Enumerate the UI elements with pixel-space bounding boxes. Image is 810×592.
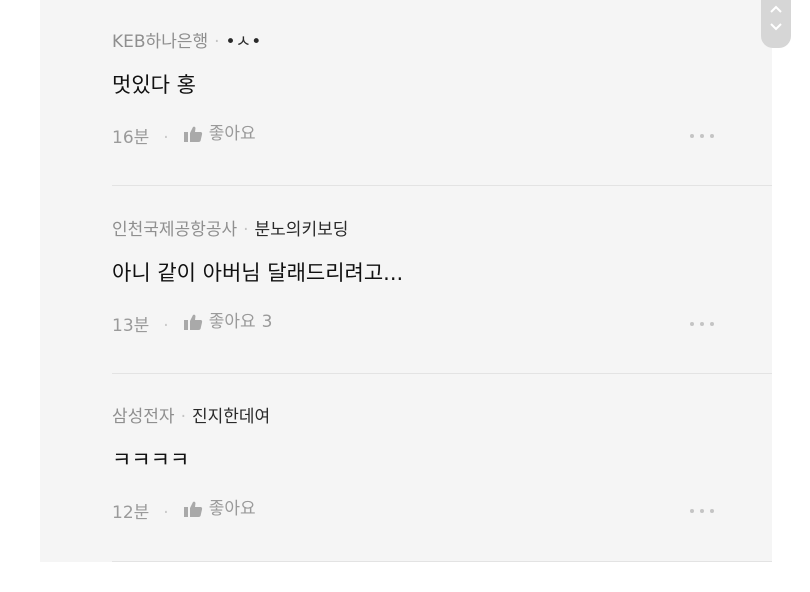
comment-company: KEB하나은행 (112, 32, 209, 52)
meta-separator: · (243, 220, 249, 240)
more-dots-icon[interactable] (688, 320, 718, 328)
footer-separator: · (163, 503, 169, 523)
footer-separator: · (163, 128, 169, 148)
comment-meta: KEB하나은행 · •ㅅ• (112, 31, 261, 53)
thumbs-up-icon (183, 126, 202, 142)
comment-time: 16분 (112, 128, 150, 148)
meta-separator: · (214, 32, 220, 52)
comment-nickname[interactable]: 진지한데여 (192, 407, 270, 427)
thumbs-up-icon (183, 501, 202, 517)
like-button[interactable]: 좋아요 (183, 497, 262, 521)
comment-divider (112, 185, 772, 186)
comment-nickname[interactable]: •ㅅ• (226, 32, 262, 52)
more-dots-icon[interactable] (688, 507, 718, 515)
comment-company: 삼성전자 (112, 407, 175, 427)
comment-nickname[interactable]: 분노의키보딩 (255, 220, 349, 240)
comment-divider (112, 561, 772, 562)
comment-meta: 인천국제공항공사 · 분노의키보딩 (112, 219, 348, 241)
comment-meta: 삼성전자 · 진지한데여 (112, 406, 270, 428)
chevron-up-icon[interactable] (769, 4, 783, 14)
comment-text: 아니 같이 아버님 달래드리려고... (112, 261, 404, 285)
like-count: 3 (261, 312, 273, 332)
like-button[interactable]: 좋아요 3 (183, 310, 273, 334)
like-label: 좋아요 (208, 124, 256, 144)
more-dots-icon[interactable] (688, 132, 718, 140)
thumbs-up-icon (183, 314, 202, 330)
comment-text: 멋있다 홍 (112, 73, 196, 97)
like-label: 좋아요 (208, 499, 256, 519)
comment-footer: 12분 · 좋아요 (112, 497, 752, 523)
comment-footer: 13분 · 좋아요 3 (112, 310, 752, 336)
footer-separator: · (163, 316, 169, 336)
comment-company: 인천국제공항공사 (112, 220, 238, 240)
comment-time: 12분 (112, 503, 150, 523)
comment-footer: 16분 · 좋아요 (112, 122, 752, 148)
like-button[interactable]: 좋아요 (183, 122, 262, 146)
scroll-nav (761, 0, 791, 48)
comment-time: 13분 (112, 316, 150, 336)
comment-divider (112, 373, 772, 374)
meta-separator: · (180, 407, 186, 427)
chevron-down-icon[interactable] (769, 22, 783, 32)
like-label: 좋아요 (208, 312, 256, 332)
page: KEB하나은행 · •ㅅ• 멋있다 홍 16분 · 좋아요 인천국제공항공사 · 분노의키보… (0, 0, 810, 592)
comment-text: ㅋㅋㅋㅋ (112, 448, 190, 472)
